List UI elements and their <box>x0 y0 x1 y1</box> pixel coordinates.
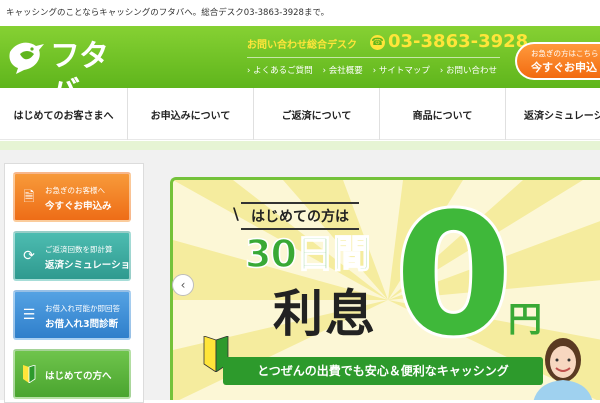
apply-now-label: 今すぐお申込 <box>531 61 597 74</box>
bird-logo-icon <box>9 42 45 74</box>
sidebar-simulation-sub: ご返済回数を即計算 <box>45 245 113 254</box>
wakaba-icon <box>21 364 37 384</box>
site-header: フタバ お問い合わせ総合デスク ☎03-3863-3928 よくあるご質問 会社… <box>0 26 600 110</box>
banner-ribbon: とつぜんの出費でも安心＆便利なキャッシング <box>223 357 543 385</box>
nav-underline <box>0 141 600 150</box>
sidebar-diagnosis-label: お借入れ3問診断 <box>45 319 119 330</box>
sidebar-diagnosis-sub: お借入れ可能か即回答 <box>45 304 120 313</box>
header-divider <box>247 57 500 58</box>
banner-zero: 0 <box>392 177 515 373</box>
sidebar-apply-button[interactable]: 🗎 お急ぎのお客様へ 今すぐお申込み <box>13 172 131 222</box>
header-links: よくあるご質問 会社概要 サイトマップ お問い合わせ <box>247 64 497 76</box>
document-icon: 🗎 <box>23 189 35 205</box>
nav-item-first-time[interactable]: はじめてのお客さまへ <box>0 88 128 140</box>
nav-item-products[interactable]: 商品について <box>380 88 506 140</box>
header-link-faq[interactable]: よくあるご質問 <box>247 64 313 76</box>
nav-item-simulation[interactable]: 返済シミュレーション <box>506 88 600 140</box>
sidebar-simulation-button[interactable]: ⟳ ご返済回数を即計算 返済シミュレーション <box>13 231 140 281</box>
banner-interest: 利息 <box>273 285 377 343</box>
sidebar-first-time-button[interactable]: はじめての方へ <box>13 349 131 399</box>
carousel-prev-button[interactable]: ‹ <box>172 274 194 296</box>
contact-title: お問い合わせ総合デスク <box>247 40 357 51</box>
refresh-icon: ⟳ <box>23 248 35 264</box>
banner-tag: はじめての方は <box>233 202 359 230</box>
sidebar: 🗎 お急ぎのお客様へ 今すぐお申込み ⟳ ご返済回数を即計算 返済シミュレーショ… <box>4 163 144 403</box>
logo[interactable]: フタバ <box>6 38 136 110</box>
hero-banner[interactable]: はじめての方は 30日間 利息 0 円 とつぜんの出費でも安心＆便利なキャッシン… <box>170 177 600 400</box>
apply-now-button[interactable]: お急ぎの方はこちら 今すぐお申込 <box>515 42 600 80</box>
banner-days: 30日間 <box>244 231 371 277</box>
top-tagline: キャッシングのことならキャッシングのフタバへ。総合デスク03-3863-3928… <box>0 0 600 26</box>
nav-item-repayment[interactable]: ご返済について <box>254 88 380 140</box>
header-link-sitemap[interactable]: サイトマップ <box>373 64 430 76</box>
phone-icon: ☎ <box>370 35 385 50</box>
phone-number-text: 03-3863-3928 <box>388 31 529 52</box>
header-link-company[interactable]: 会社概要 <box>323 64 363 76</box>
sidebar-first-time-label: はじめての方へ <box>45 371 112 382</box>
header-link-contact[interactable]: お問い合わせ <box>440 64 497 76</box>
sidebar-simulation-label: 返済シミュレーション <box>45 260 140 271</box>
sidebar-diagnosis-button[interactable]: ☰ お借入れ可能か即回答 お借入れ3問診断 <box>13 290 131 340</box>
phone-number[interactable]: ☎ 03-3863-3928 <box>370 30 528 54</box>
sidebar-apply-label: 今すぐお申込み <box>45 201 112 212</box>
nav-item-application[interactable]: お申込みについて <box>128 88 254 140</box>
chevron-left-icon: ‹ <box>180 278 186 292</box>
main-nav: はじめてのお客さまへ お申込みについて ご返済について 商品について 返済シミュ… <box>0 88 600 140</box>
apply-now-small-label: お急ぎの方はこちら <box>531 49 599 58</box>
checklist-icon: ☰ <box>22 307 36 323</box>
sidebar-apply-sub: お急ぎのお客様へ <box>45 186 105 195</box>
